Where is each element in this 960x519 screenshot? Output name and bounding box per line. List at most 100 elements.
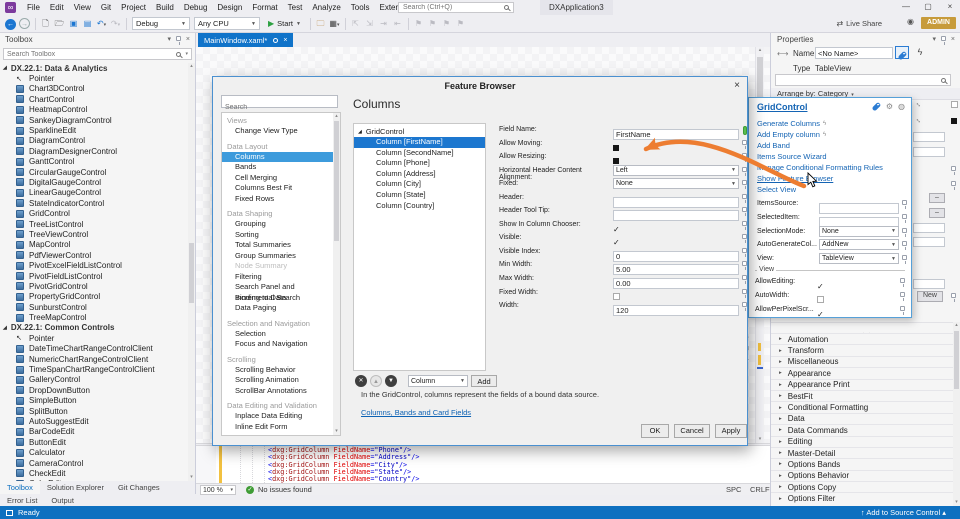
menu-project[interactable]: Project [116,3,151,12]
toolbox-item[interactable]: ButtonEdit [0,437,188,447]
toolbox-item[interactable]: TreeMapControl [0,312,188,322]
panel-tab-git-changes[interactable]: Git Changes [111,481,167,494]
pin-icon[interactable] [902,255,907,260]
wrench-button[interactable] [895,46,909,59]
menu-design[interactable]: Design [212,3,247,12]
pin-icon[interactable] [742,153,747,158]
property-value-input[interactable] [913,279,945,289]
toolbox-item[interactable]: GanttControl [0,157,188,167]
scroll-down-icon[interactable]: ▾ [756,436,764,443]
pin-icon[interactable] [902,214,907,219]
menu-format[interactable]: Format [247,3,282,12]
toolbox-item[interactable]: Chart3DControl [0,84,188,94]
pin-icon[interactable] [902,228,907,233]
dialog-nav-item[interactable]: Selection [222,329,333,340]
property-value-input[interactable] [913,147,945,157]
navigate-back-button[interactable]: ← [4,17,17,30]
dialog-nav-item[interactable]: Change View Type [222,126,333,137]
move-down-button[interactable]: ▼ [385,375,397,387]
close-icon[interactable]: × [734,80,740,91]
scroll-thumb[interactable] [334,121,339,241]
wrench-icon[interactable] [872,102,881,113]
dialog-nav-item[interactable]: Cell Merging [222,173,333,184]
pin-icon[interactable] [742,140,747,145]
scroll-up-icon[interactable]: ▴ [756,47,764,54]
minimize-button[interactable]: — [896,0,916,14]
dialog-nav-item[interactable]: Fixed Rows [222,194,333,205]
window-menu-icon[interactable]: ▾ [932,33,936,46]
toolbox-item[interactable]: TimeSpanChartRangeControlClient [0,364,188,374]
property-value-input[interactable] [913,132,945,142]
dialog-nav-item[interactable]: Search Panel and Incremental Search [222,282,333,293]
property-category[interactable]: ▸Options Copy [771,481,954,492]
ok-button[interactable]: OK [641,424,669,438]
menu-tools[interactable]: Tools [346,3,375,12]
toolbox-item[interactable]: SparklineEdit [0,125,188,135]
help-icon[interactable]: ◍ [898,102,905,111]
smart-panel-link[interactable]: Generate Columnsϟ [757,118,905,129]
live-share-button[interactable]: ⇄Live Share [836,17,882,29]
toolbox-scrollbar[interactable]: ▴ ▾ [188,63,195,481]
dialog-nav-item[interactable]: Bands [222,162,333,173]
toolbox-item[interactable]: CircularGaugeControl [0,167,188,177]
collapse-categories-button[interactable] [771,322,960,333]
feedback-icon[interactable]: ◉ [907,17,914,26]
pin-icon[interactable] [742,234,747,239]
zoom-dropdown[interactable]: 100 %▾ [200,485,236,495]
property-category[interactable]: ▸Master-Detail [771,447,954,458]
add-button[interactable]: Add [471,375,497,387]
toolbox-item[interactable]: ↖Pointer [0,333,188,343]
pin-icon[interactable] [900,278,905,283]
toolbox-item[interactable]: DiagramControl [0,136,188,146]
scroll-up-icon[interactable]: ▴ [953,322,960,329]
toolbox-item[interactable]: PivotGridControl [0,281,188,291]
close-button[interactable]: × [940,0,960,14]
toolbox-item[interactable]: PivotFieldListControl [0,271,188,281]
pin-icon[interactable] [176,33,181,46]
toolbox-item[interactable]: NumericChartRangeControlClient [0,354,188,364]
scroll-down-icon[interactable]: ▾ [333,428,340,435]
toolbox-item[interactable]: PropertyGridControl [0,292,188,302]
properties-search-input[interactable] [776,77,937,84]
toolbox-item[interactable]: SunburstControl [0,302,188,312]
toolbox-item[interactable]: DiagramDesignerControl [0,146,188,156]
scroll-up-icon[interactable]: ▴ [188,63,195,70]
scroll-up-icon[interactable]: ▴ [333,113,340,120]
property-category[interactable]: ▸Conditional Formatting [771,401,954,412]
dialog-nav-item[interactable]: Node Summary [222,261,333,272]
menu-debug[interactable]: Debug [179,3,213,12]
form-select[interactable]: Left▼ [613,165,739,176]
panel-tab-output[interactable]: Output [44,494,81,506]
dialog-nav-section[interactable]: Data Layout [222,141,333,152]
dialog-nav-section[interactable]: Selection and Navigation [222,318,333,329]
close-icon[interactable]: × [951,33,955,46]
close-icon[interactable]: × [186,33,190,46]
menu-view[interactable]: View [69,3,96,12]
name-input[interactable] [815,47,893,59]
pin-icon[interactable] [742,275,747,280]
toolbox-item[interactable]: SplitButton [0,406,188,416]
menu-git[interactable]: Git [96,3,116,12]
smart-panel-link[interactable]: Add Empty columnϟ [757,129,905,140]
apply-button[interactable]: Apply [715,424,747,438]
property-value-input[interactable] [913,237,945,247]
field-select[interactable]: AddNew▼ [819,239,899,250]
pin-icon[interactable] [951,166,956,171]
tree-column-node[interactable]: Column [City] [354,179,485,190]
tree-column-node[interactable]: Column [State] [354,190,485,201]
navigate-forward-button[interactable]: → [18,17,31,30]
menu-build[interactable]: Build [151,3,179,12]
dialog-nav-section[interactable]: Scrolling [222,354,333,365]
smart-panel-link[interactable]: Show Feature Browser [757,173,905,184]
expand-editor-icon[interactable]: ↔ [914,100,924,110]
move-up-button[interactable]: ▲ [370,375,382,387]
scroll-thumb[interactable] [954,331,959,389]
dialog-nav-item[interactable]: Total Summaries [222,240,333,251]
grid-checkbox[interactable] [951,101,958,108]
find-in-files-icon[interactable]: 🗀 [314,17,327,30]
save-all-icon[interactable]: ▤ [81,17,94,30]
dialog-nav-item[interactable]: Binding to Data [222,293,333,304]
property-category[interactable]: ▸Options Behavior [771,470,954,481]
dialog-nav-section[interactable]: Data Shaping [222,208,333,219]
pin-icon[interactable] [742,167,747,172]
